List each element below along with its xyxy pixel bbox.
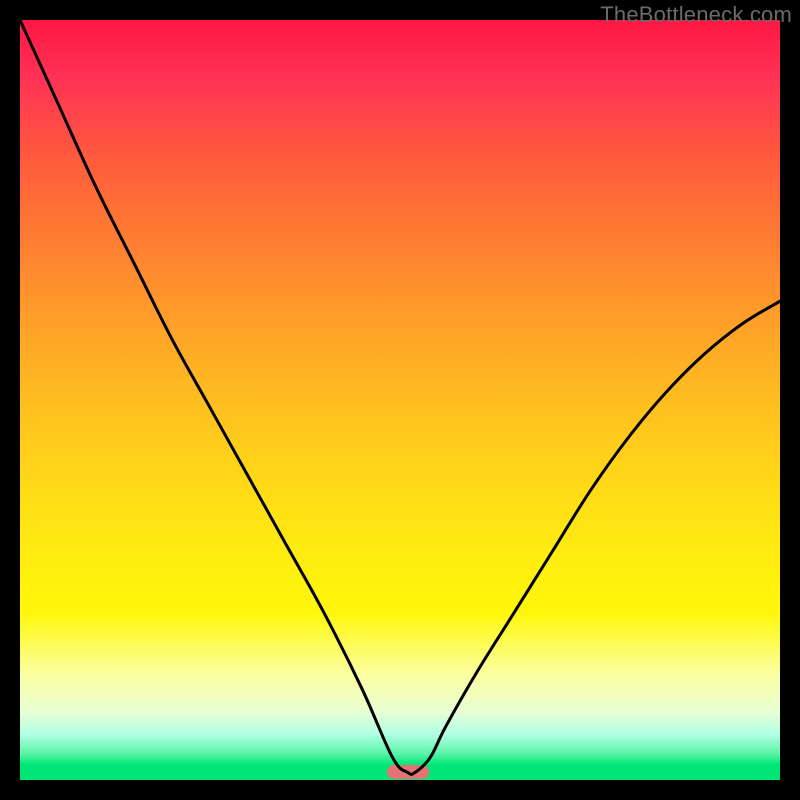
watermark-text: TheBottleneck.com [600, 2, 792, 28]
bottleneck-curve [20, 20, 780, 780]
plot-area [20, 20, 780, 780]
bottleneck-chart: TheBottleneck.com [0, 0, 800, 800]
